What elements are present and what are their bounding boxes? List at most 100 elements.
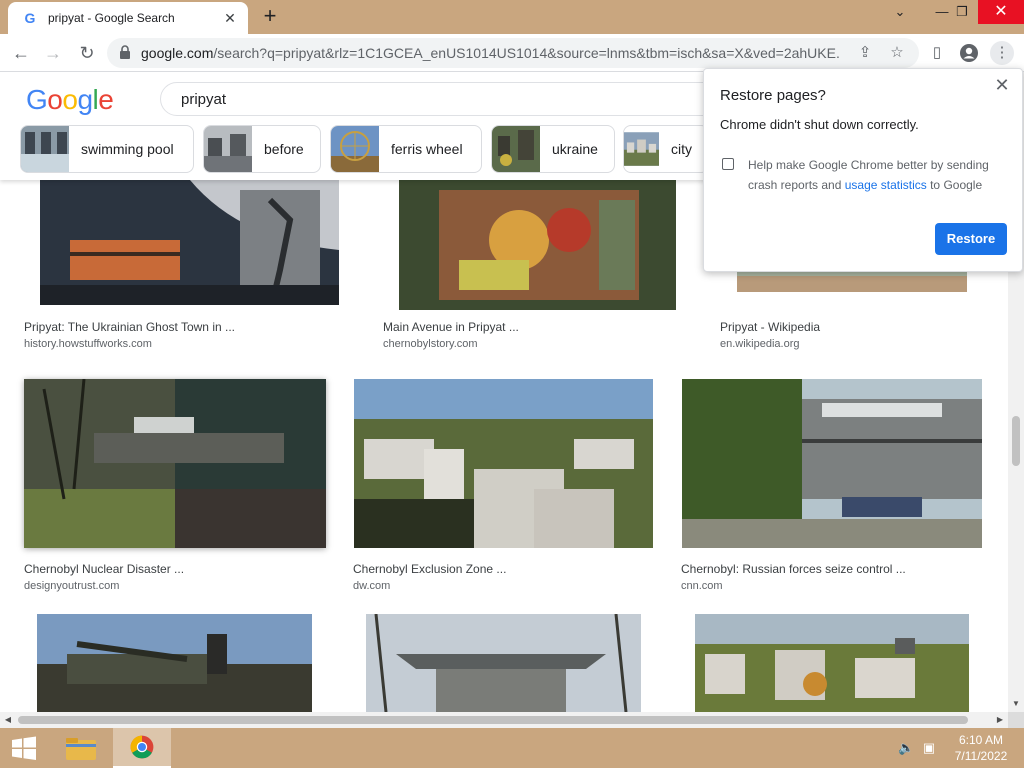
checkbox-tail: to Google bbox=[926, 178, 983, 192]
share-icon[interactable]: ⇪ bbox=[855, 43, 875, 63]
taskbar-clock[interactable]: 6:10 AM 7/11/2022 bbox=[944, 732, 1018, 764]
logo-letter: G bbox=[26, 84, 48, 115]
url-path: /search?q=pripyat&rlz=1C1GCEA_enUS1014US… bbox=[213, 45, 841, 61]
restore-pages-dialog: Restore pages? ✕ Chrome didn't shut down… bbox=[703, 68, 1023, 272]
bookmark-star-icon[interactable]: ☆ bbox=[887, 43, 907, 63]
image-result[interactable]: Main Avenue in Pripyat ... chernobylstor… bbox=[379, 180, 699, 350]
browser-toolbar: ← → ↻ google.com/search?q=pripyat&rlz=1C… bbox=[0, 34, 1024, 72]
browser-tab[interactable]: G pripyat - Google Search ✕ bbox=[8, 2, 248, 34]
result-image[interactable] bbox=[354, 379, 653, 548]
result-source[interactable]: designyoutrust.com bbox=[24, 580, 119, 592]
chip-label: before bbox=[264, 141, 304, 157]
url-host: google.com bbox=[141, 45, 214, 61]
logo-letter: g bbox=[77, 84, 93, 115]
image-result[interactable] bbox=[677, 614, 987, 712]
image-result[interactable]: Chernobyl: Russian forces seize control … bbox=[677, 376, 987, 596]
image-result[interactable] bbox=[20, 614, 330, 712]
clock-date: 7/11/2022 bbox=[954, 749, 1008, 763]
logo-letter: o bbox=[47, 84, 63, 115]
chip-label: swimming pool bbox=[81, 141, 174, 157]
result-image[interactable] bbox=[682, 379, 982, 548]
result-title[interactable]: Pripyat: The Ukrainian Ghost Town in ... bbox=[24, 320, 235, 334]
file-explorer-icon[interactable] bbox=[52, 728, 110, 768]
chip-ferris-wheel[interactable]: ferris wheel bbox=[330, 125, 482, 173]
address-bar[interactable]: google.com/search?q=pripyat&rlz=1C1GCEA_… bbox=[107, 38, 919, 68]
checkbox-label: Help make Google Chrome better by sendin… bbox=[748, 155, 1010, 195]
dialog-title: Restore pages? bbox=[720, 87, 826, 104]
tab-title: pripyat - Google Search bbox=[48, 11, 175, 25]
result-title[interactable]: Chernobyl Nuclear Disaster ... bbox=[24, 562, 184, 576]
image-result[interactable]: Pripyat: The Ukrainian Ghost Town in ...… bbox=[20, 180, 360, 350]
horizontal-scroll-thumb[interactable] bbox=[18, 716, 968, 724]
result-title[interactable]: Chernobyl Exclusion Zone ... bbox=[353, 562, 506, 576]
crash-report-checkbox[interactable] bbox=[722, 158, 734, 170]
chip-city[interactable]: city bbox=[623, 125, 709, 173]
tab-strip: G pripyat - Google Search ✕ + ⌄ — ❐ ✕ bbox=[0, 0, 1024, 34]
url-text[interactable]: google.com/search?q=pripyat&rlz=1C1GCEA_… bbox=[141, 45, 841, 61]
chrome-taskbar-icon[interactable] bbox=[113, 728, 171, 768]
result-source[interactable]: dw.com bbox=[353, 580, 390, 592]
chrome-menu-icon[interactable]: ⋮ bbox=[990, 41, 1014, 65]
new-tab-icon[interactable]: + bbox=[258, 5, 282, 29]
scrollbar-corner bbox=[1008, 712, 1024, 728]
search-input[interactable]: pripyat bbox=[160, 82, 760, 116]
screen: G pripyat - Google Search ✕ + ⌄ — ❐ ✕ ← … bbox=[0, 0, 1024, 768]
vertical-scroll-thumb[interactable] bbox=[1012, 416, 1020, 466]
usage-statistics-link[interactable]: usage statistics bbox=[845, 178, 927, 192]
avatar bbox=[960, 44, 978, 62]
restore-window-icon[interactable]: ❐ bbox=[944, 0, 980, 24]
chip-swimming-pool[interactable]: swimming pool bbox=[20, 125, 194, 173]
image-result[interactable]: Chernobyl Nuclear Disaster ... designyou… bbox=[20, 376, 330, 596]
result-source[interactable]: history.howstuffworks.com bbox=[24, 338, 152, 350]
chip-ukraine[interactable]: ukraine bbox=[491, 125, 615, 173]
back-icon[interactable]: ← bbox=[9, 41, 33, 65]
result-source[interactable]: cnn.com bbox=[681, 580, 723, 592]
chip-before[interactable]: before bbox=[203, 125, 321, 173]
close-window-icon[interactable]: ✕ bbox=[978, 0, 1024, 24]
chip-label: ferris wheel bbox=[391, 141, 463, 157]
result-image[interactable] bbox=[40, 180, 339, 305]
chip-thumbnail bbox=[331, 126, 379, 172]
result-image[interactable] bbox=[24, 379, 326, 548]
result-image[interactable] bbox=[37, 614, 312, 712]
lock-icon[interactable] bbox=[119, 45, 131, 59]
profile-icon[interactable] bbox=[957, 41, 981, 65]
image-result[interactable] bbox=[349, 614, 659, 712]
network-icon[interactable]: ▣ bbox=[921, 740, 937, 756]
search-query[interactable]: pripyat bbox=[181, 91, 226, 108]
horizontal-scrollbar[interactable]: ◀ ▶ bbox=[0, 712, 1008, 728]
chip-label: ukraine bbox=[552, 141, 598, 157]
chip-label: city bbox=[671, 141, 692, 157]
scroll-right-icon[interactable]: ▶ bbox=[992, 712, 1008, 728]
clock-time: 6:10 AM bbox=[958, 733, 1004, 747]
result-title[interactable]: Pripyat - Wikipedia bbox=[720, 320, 820, 334]
chip-thumbnail bbox=[204, 126, 252, 172]
result-title[interactable]: Main Avenue in Pripyat ... bbox=[383, 320, 519, 334]
chip-thumbnail bbox=[21, 126, 69, 172]
restore-button[interactable]: Restore bbox=[935, 223, 1007, 255]
windows-start-icon[interactable] bbox=[0, 728, 48, 768]
side-panel-icon[interactable]: ▯ bbox=[925, 41, 949, 65]
chip-thumbnail bbox=[492, 126, 540, 172]
forward-icon[interactable]: → bbox=[41, 41, 65, 65]
dialog-message: Chrome didn't shut down correctly. bbox=[720, 117, 919, 132]
logo-letter: e bbox=[98, 84, 114, 115]
tab-close-icon[interactable]: ✕ bbox=[222, 10, 238, 26]
chip-thumbnail bbox=[624, 132, 659, 166]
result-source[interactable]: chernobylstory.com bbox=[383, 338, 478, 350]
close-icon[interactable]: ✕ bbox=[992, 75, 1012, 95]
result-image[interactable] bbox=[695, 614, 969, 712]
reload-icon[interactable]: ↻ bbox=[75, 41, 99, 65]
google-logo[interactable]: Google bbox=[26, 84, 114, 116]
volume-muted-icon[interactable]: 🔈 bbox=[898, 740, 914, 756]
tab-search-icon[interactable]: ⌄ bbox=[882, 0, 918, 24]
windows-taskbar: 🔈 ▣ 6:10 AM 7/11/2022 bbox=[0, 728, 1024, 768]
result-image[interactable] bbox=[366, 614, 641, 712]
result-title[interactable]: Chernobyl: Russian forces seize control … bbox=[681, 562, 906, 576]
result-image[interactable] bbox=[399, 180, 676, 310]
result-source[interactable]: en.wikipedia.org bbox=[720, 338, 800, 350]
google-favicon-icon: G bbox=[24, 10, 36, 26]
scroll-down-icon[interactable]: ▼ bbox=[1008, 696, 1024, 712]
scroll-left-icon[interactable]: ◀ bbox=[0, 712, 16, 728]
image-result[interactable]: Chernobyl Exclusion Zone ... dw.com bbox=[349, 376, 659, 596]
